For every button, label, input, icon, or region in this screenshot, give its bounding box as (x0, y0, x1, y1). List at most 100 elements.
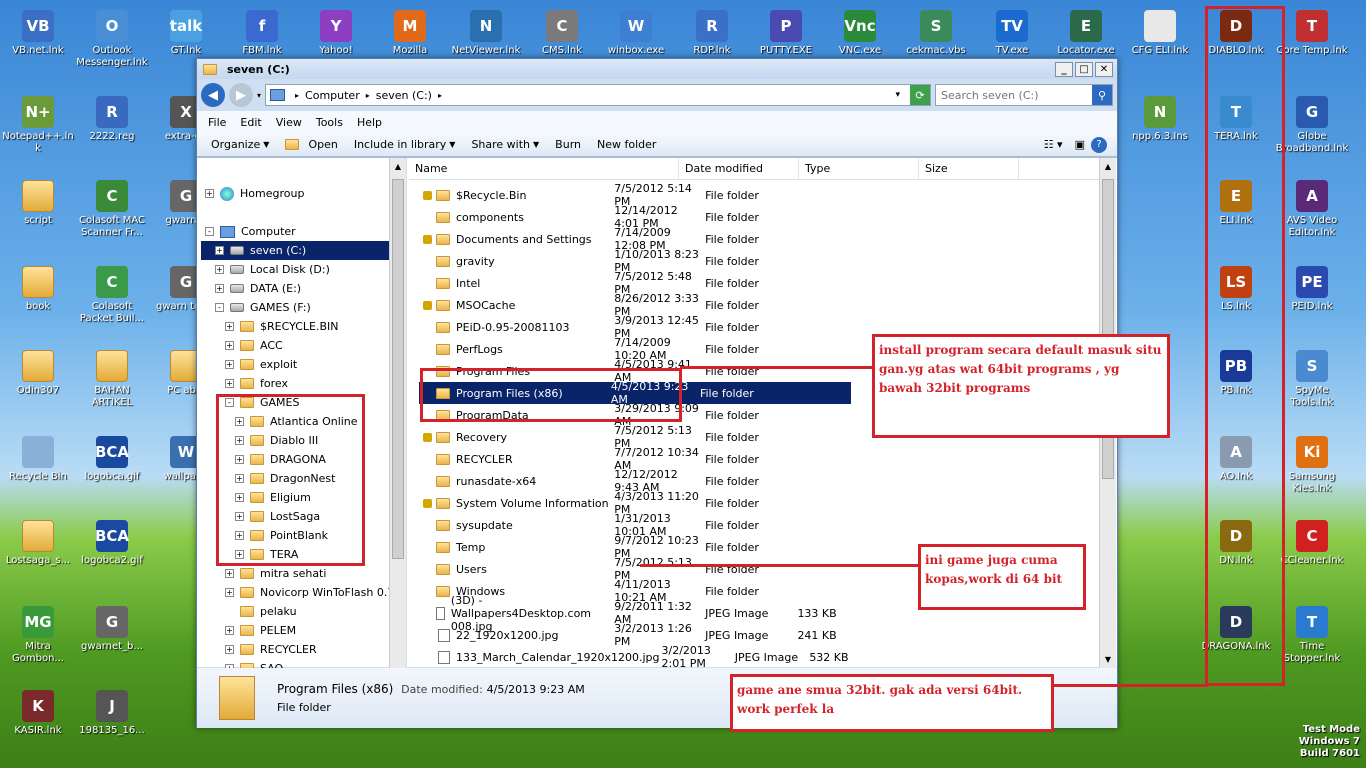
expand-icon[interactable]: + (225, 645, 234, 654)
file-row[interactable]: MSOCache 8/26/2012 3:33 PM File folder (419, 292, 859, 318)
desktop-icon[interactable]: K KASIR.lnk (0, 684, 76, 766)
breadcrumb-drive[interactable]: seven (C:) (374, 89, 434, 102)
expand-icon[interactable]: + (225, 626, 234, 635)
view-options-icon[interactable]: ☷ ▾ (1038, 138, 1069, 151)
desktop-icon[interactable]: C CCleaner.lnk (1274, 514, 1350, 596)
tree-item[interactable]: + Novicorp WinToFlash 0.7.00 (225, 583, 406, 602)
file-row[interactable]: Users 7/5/2012 5:13 PM File folder (419, 556, 859, 582)
tree-item[interactable]: + DATA (E:) (215, 279, 301, 298)
file-row[interactable]: System Volume Information 4/3/2013 11:20 … (419, 490, 859, 516)
desktop-icon[interactable]: T Time Stopper.lnk (1274, 600, 1350, 682)
address-dropdown-icon[interactable]: ▾ (895, 90, 906, 100)
file-row[interactable]: PerfLogs 7/14/2009 10:20 AM File folder (419, 336, 859, 362)
close-button[interactable]: ✕ (1095, 61, 1113, 77)
column-name[interactable]: Name (409, 158, 679, 179)
expand-icon[interactable]: - (215, 303, 224, 312)
expand-icon[interactable]: + (215, 284, 224, 293)
expand-icon[interactable]: + (215, 246, 224, 255)
organize-button[interactable]: Organize ▼ (203, 138, 277, 151)
expand-icon[interactable]: + (225, 569, 234, 578)
expand-icon[interactable]: + (225, 379, 234, 388)
desktop-icon[interactable]: C Colasoft Packet Buil... (74, 260, 150, 342)
desktop-icon[interactable]: Odin307 (0, 344, 76, 426)
desktop-icon[interactable]: R 2222.reg (74, 90, 150, 172)
title-bar[interactable]: seven (C:) _ □ ✕ (197, 59, 1117, 79)
file-row[interactable]: runasdate-x64 12/12/2012 9:43 AM File fold… (419, 468, 859, 494)
tree-item[interactable]: + Local Disk (D:) (215, 260, 330, 279)
expand-icon[interactable]: + (225, 360, 234, 369)
desktop-icon[interactable]: T Core Temp.lnk (1274, 4, 1350, 86)
menu-item-file[interactable]: File (201, 116, 233, 129)
tree-item[interactable]: + mitra sehati (225, 564, 326, 583)
desktop-icon[interactable]: CFG ELI.lnk (1122, 4, 1198, 86)
maximize-button[interactable]: □ (1075, 61, 1093, 77)
tree-item[interactable]: + PELEM (225, 621, 296, 640)
desktop-icon[interactable]: Lostsaga_s... (0, 514, 76, 596)
minimize-button[interactable]: _ (1055, 61, 1073, 77)
column-size[interactable]: Size (919, 158, 1019, 179)
tree-item[interactable]: + exploit (225, 355, 297, 374)
desktop-icon[interactable]: book (0, 260, 76, 342)
back-button[interactable]: ◀ (201, 83, 225, 107)
column-date-modified[interactable]: Date modified (679, 158, 799, 179)
share-with-button[interactable]: Share with ▼ (463, 138, 547, 151)
desktop-icon[interactable]: O Outlook Messenger.lnk (74, 4, 150, 86)
search-box[interactable]: ⚲ (935, 84, 1113, 106)
expand-icon[interactable]: + (225, 322, 234, 331)
file-row[interactable]: sysupdate 1/31/2013 10:01 AM File folder (419, 512, 859, 538)
file-row[interactable]: components 12/14/2012 4:01 PM File folder (419, 204, 859, 230)
expand-icon[interactable]: - (205, 227, 214, 236)
desktop-icon[interactable]: G Globe Broadband.lnk (1274, 90, 1350, 172)
tree-item[interactable]: - Computer (205, 222, 296, 241)
tree-item[interactable]: + RECYCLER (225, 640, 317, 659)
desktop-icon[interactable]: J 198135_16... (74, 684, 150, 766)
desktop-icon[interactable]: BCA logobca2.gif (74, 514, 150, 596)
file-row[interactable]: (3D) - Wallpapers4Desktop.com 008.jpg 9/2… (419, 594, 859, 633)
desktop-icon[interactable]: S SpyMe Tools.lnk (1274, 344, 1350, 426)
new-folder-button[interactable]: New folder (589, 138, 664, 151)
search-icon[interactable]: ⚲ (1092, 85, 1112, 105)
include-in-library-button[interactable]: Include in library ▼ (346, 138, 464, 151)
expand-icon[interactable]: + (225, 588, 234, 597)
recent-pages-icon[interactable]: ▾ (257, 91, 261, 100)
tree-item[interactable]: + Homegroup (205, 184, 304, 203)
desktop-icon[interactable]: MG Mitra Gombon... (0, 600, 76, 682)
forward-button[interactable]: ▶ (229, 83, 253, 107)
desktop-icon[interactable]: PE PEID.lnk (1274, 260, 1350, 342)
tree-item[interactable]: + forex (225, 374, 288, 393)
tree-item[interactable]: +SAO (225, 659, 283, 668)
expand-icon[interactable]: + (205, 189, 214, 198)
tree-item[interactable]: pelaku (225, 602, 297, 621)
preview-pane-icon[interactable]: ▣ (1069, 138, 1091, 151)
tree-item[interactable]: + seven (C:) (201, 241, 391, 260)
desktop-icon[interactable]: BCA logobca.gif (74, 430, 150, 512)
search-input[interactable] (941, 88, 1092, 102)
desktop-icon[interactable]: A AVS Video Editor.lnk (1274, 174, 1350, 256)
desktop-icon[interactable]: Nnpp.6.3.Ins (1122, 90, 1198, 172)
refresh-icon[interactable]: ⟳ (910, 85, 930, 105)
column-type[interactable]: Type (799, 158, 919, 179)
file-row[interactable]: $Recycle.Bin 7/5/2012 5:14 PM File folder (419, 182, 859, 208)
file-row[interactable]: gravity 1/10/2013 8:23 PM File folder (419, 248, 859, 274)
expand-icon[interactable]: + (225, 341, 234, 350)
menu-item-edit[interactable]: Edit (233, 116, 268, 129)
file-row[interactable]: Documents and Settings 7/14/2009 12:08 PM… (419, 226, 859, 252)
menu-item-view[interactable]: View (269, 116, 309, 129)
file-row[interactable]: Intel 7/5/2012 5:48 PM File folder (419, 270, 859, 296)
breadcrumb-computer[interactable]: Computer (303, 89, 362, 102)
tree-item[interactable]: + $RECYCLE.BIN (225, 317, 338, 336)
nav-scrollbar[interactable]: ▲ (389, 158, 406, 668)
address-bar[interactable]: ▸ Computer ▸ seven (C:) ▸ ▾ ⟳ (265, 84, 931, 106)
desktop-icon[interactable]: script (0, 174, 76, 256)
desktop-icon[interactable]: BAHAN ARTIKEL (74, 344, 150, 426)
desktop-icon[interactable]: Ggwarnet_b... (74, 600, 150, 682)
menu-item-tools[interactable]: Tools (309, 116, 350, 129)
file-row[interactable]: Recovery 7/5/2012 5:13 PM File folder (419, 424, 859, 450)
tree-item[interactable]: - GAMES (F:) (215, 298, 311, 317)
desktop-icon[interactable]: C Colasoft MAC Scanner Fr... (74, 174, 150, 256)
expand-icon[interactable]: + (215, 265, 224, 274)
desktop-icon[interactable]: Recycle Bin (0, 430, 76, 512)
tree-item[interactable]: + ACC (225, 336, 283, 355)
desktop-icon[interactable]: N+ Notepad++.lnk (0, 90, 76, 172)
desktop-icon[interactable]: VB VB.net.lnk (0, 4, 76, 86)
